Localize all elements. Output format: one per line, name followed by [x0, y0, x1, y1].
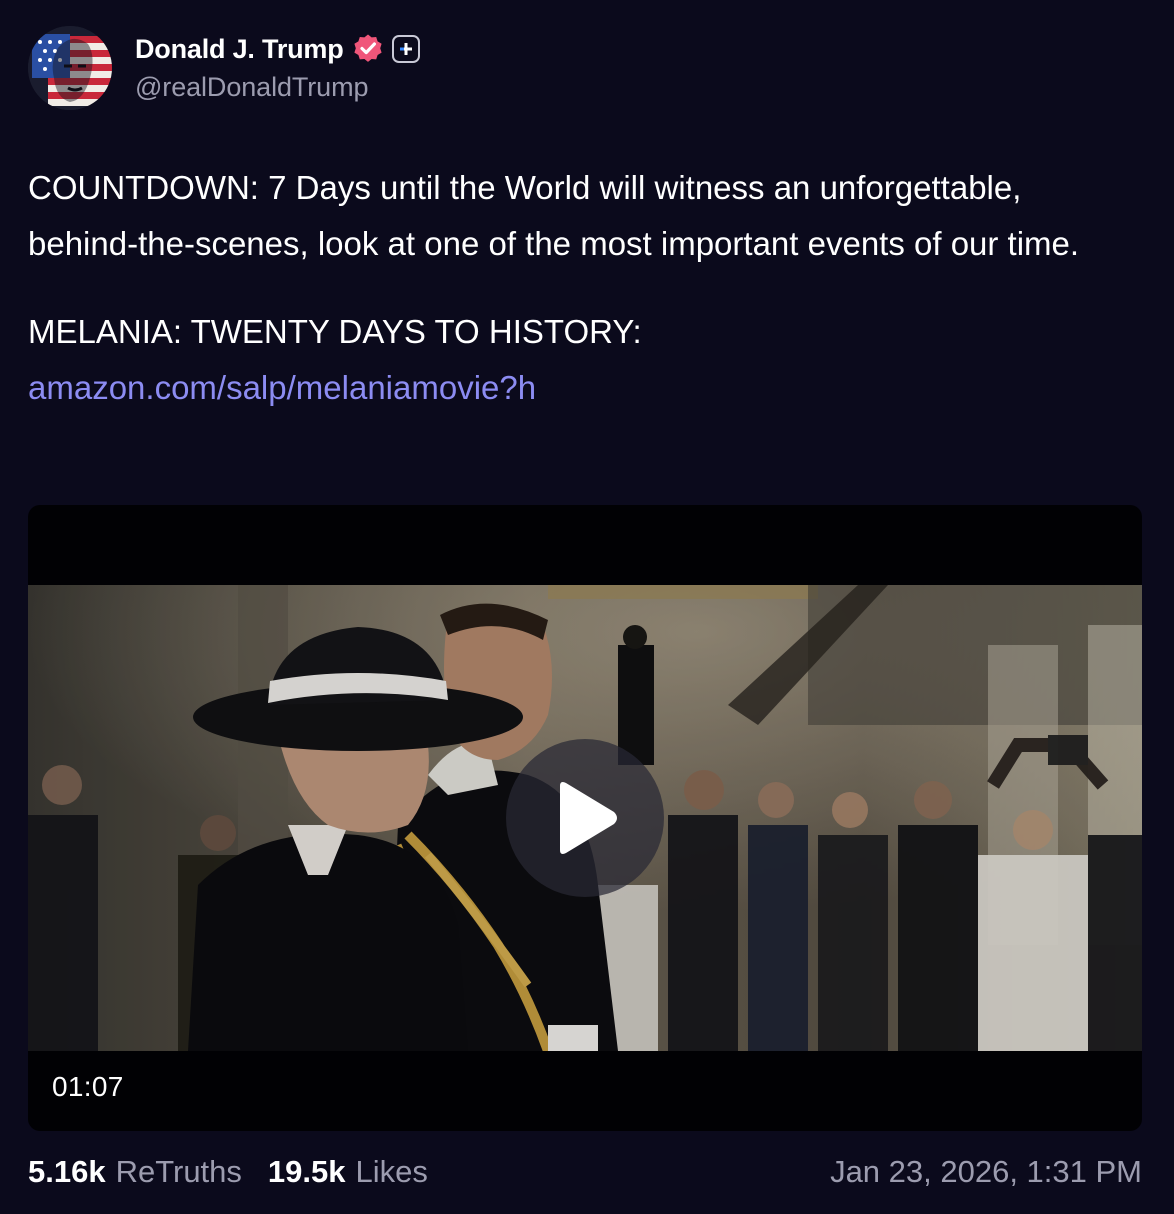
post-timestamp[interactable]: Jan 23, 2026, 1:31 PM [830, 1154, 1142, 1190]
likes-label: Likes [355, 1154, 428, 1189]
flag-portrait-icon [28, 26, 112, 110]
author-info: Donald J. Trump @realDonaldTrump [135, 30, 420, 103]
author-name-row: Donald J. Trump [135, 30, 420, 68]
post-footer: 5.16k ReTruths 19.5k Likes Jan 23, 2026,… [28, 1148, 1142, 1196]
plus-icon [399, 43, 412, 55]
retruths-count: 5.16k [28, 1154, 106, 1189]
post-link[interactable]: amazon.com/salp/melaniamovie?h [28, 360, 1128, 416]
post-body: COUNTDOWN: 7 Days until the World will w… [28, 160, 1128, 416]
post-header: Donald J. Trump @realDonaldTrump [28, 26, 420, 112]
video-duration: 01:07 [52, 1071, 124, 1102]
post-paragraph: MELANIA: TWENTY DAYS TO HISTORY: [28, 313, 642, 350]
likes-stat[interactable]: 19.5k Likes [268, 1154, 428, 1190]
play-button[interactable] [506, 739, 664, 897]
author-avatar[interactable] [28, 26, 112, 110]
author-display-name[interactable]: Donald J. Trump [135, 34, 344, 65]
author-handle[interactable]: @realDonaldTrump [135, 72, 420, 103]
likes-count: 19.5k [267, 1154, 346, 1189]
retruths-label: ReTruths [115, 1154, 242, 1189]
truth-post: Donald J. Trump @realDonaldTrump COUNTDO… [0, 0, 1174, 1214]
verified-badge-icon [353, 34, 382, 62]
retruths-stat[interactable]: 5.16k ReTruths [28, 1154, 242, 1190]
video-player[interactable]: 01:07 [28, 505, 1142, 1131]
play-icon [560, 782, 617, 854]
post-paragraph: COUNTDOWN: 7 Days until the World will w… [28, 169, 1080, 262]
truth-plus-badge-icon [391, 35, 420, 63]
